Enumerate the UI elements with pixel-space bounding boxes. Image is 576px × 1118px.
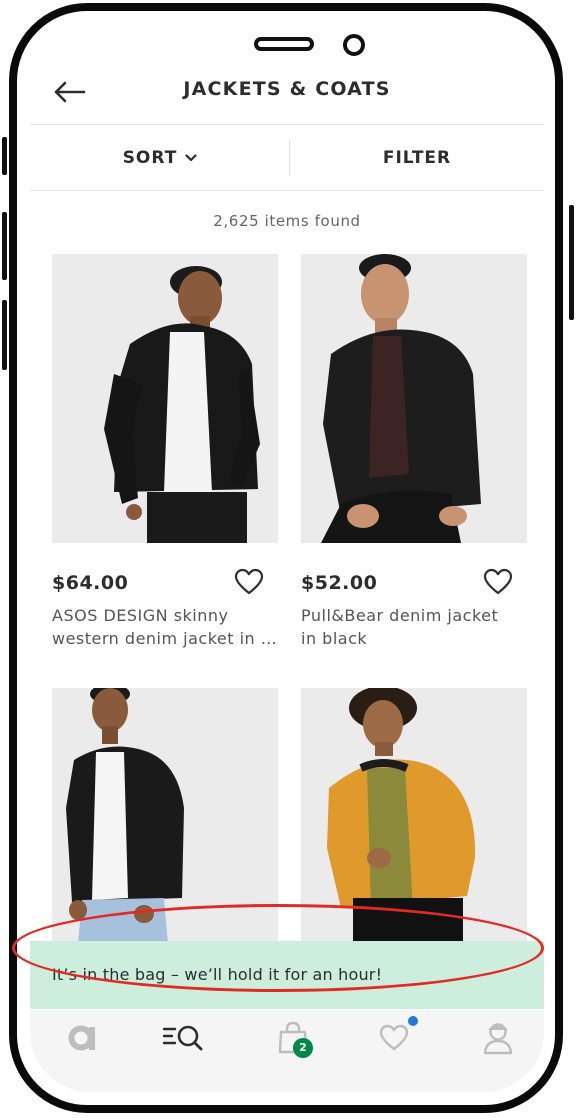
product-card[interactable]: $52.00 Pull&Bear denim jacket in black: [301, 254, 527, 648]
chevron-down-icon: [185, 154, 197, 162]
tab-home[interactable]: [53, 1016, 113, 1060]
saved-heart-icon: [379, 1024, 409, 1051]
heart-icon[interactable]: [234, 568, 264, 596]
front-camera: [343, 34, 365, 56]
screen: JACKETS & COATS SORT FILTER 2,625 items …: [30, 24, 544, 1092]
filter-label: FILTER: [382, 148, 452, 168]
product-card[interactable]: [52, 688, 278, 944]
speaker-grille: [254, 37, 314, 51]
bag-count-badge: 2: [293, 1038, 313, 1058]
phone-side-button: [569, 205, 574, 320]
product-title: ASOS DESIGN skinny western denim jacket …: [52, 604, 278, 650]
product-card[interactable]: [301, 688, 527, 944]
phone-side-button: [2, 300, 7, 370]
account-icon: [483, 1023, 513, 1055]
tab-bag[interactable]: 2: [263, 1016, 323, 1060]
header: JACKETS & COATS: [30, 70, 544, 116]
product-title-line: in black: [301, 629, 368, 648]
product-image[interactable]: [52, 688, 278, 944]
saved-notification-dot: [408, 1016, 418, 1026]
asos-logo-icon: [68, 1025, 95, 1051]
product-price: $52.00: [301, 572, 378, 594]
product-price: $64.00: [52, 572, 129, 594]
bottom-tab-bar: 2: [30, 1010, 544, 1092]
product-image[interactable]: [301, 254, 527, 543]
product-image[interactable]: [52, 254, 278, 543]
product-title: Pull&Bear denim jacket in black: [301, 604, 527, 650]
sort-label: SORT: [122, 148, 178, 168]
tab-search[interactable]: [154, 1016, 214, 1060]
heart-icon[interactable]: [483, 568, 513, 596]
filter-button[interactable]: FILTER: [290, 126, 544, 190]
search-icon: [162, 1025, 203, 1051]
sort-filter-bar: SORT FILTER: [30, 126, 544, 190]
product-image[interactable]: [301, 688, 527, 944]
page-title: JACKETS & COATS: [183, 78, 391, 100]
items-found-count: 2,625 items found: [213, 212, 361, 230]
product-title-line: ASOS DESIGN skinny: [52, 606, 229, 625]
sort-button[interactable]: SORT: [30, 126, 290, 190]
tab-saved[interactable]: [364, 1016, 424, 1060]
phone-side-button: [2, 212, 7, 280]
added-to-bag-toast: It’s in the bag – we’ll hold it for an h…: [30, 941, 544, 1009]
toast-message: It’s in the bag – we’ll hold it for an h…: [52, 965, 383, 984]
phone-side-button: [2, 137, 7, 175]
tab-account[interactable]: [468, 1016, 528, 1060]
divider: [30, 190, 544, 191]
product-title-line: western denim jacket in b...: [52, 629, 278, 648]
divider: [30, 124, 544, 125]
product-title-line: Pull&Bear denim jacket: [301, 606, 499, 625]
product-card[interactable]: $64.00 ASOS DESIGN skinny western denim …: [52, 254, 278, 648]
